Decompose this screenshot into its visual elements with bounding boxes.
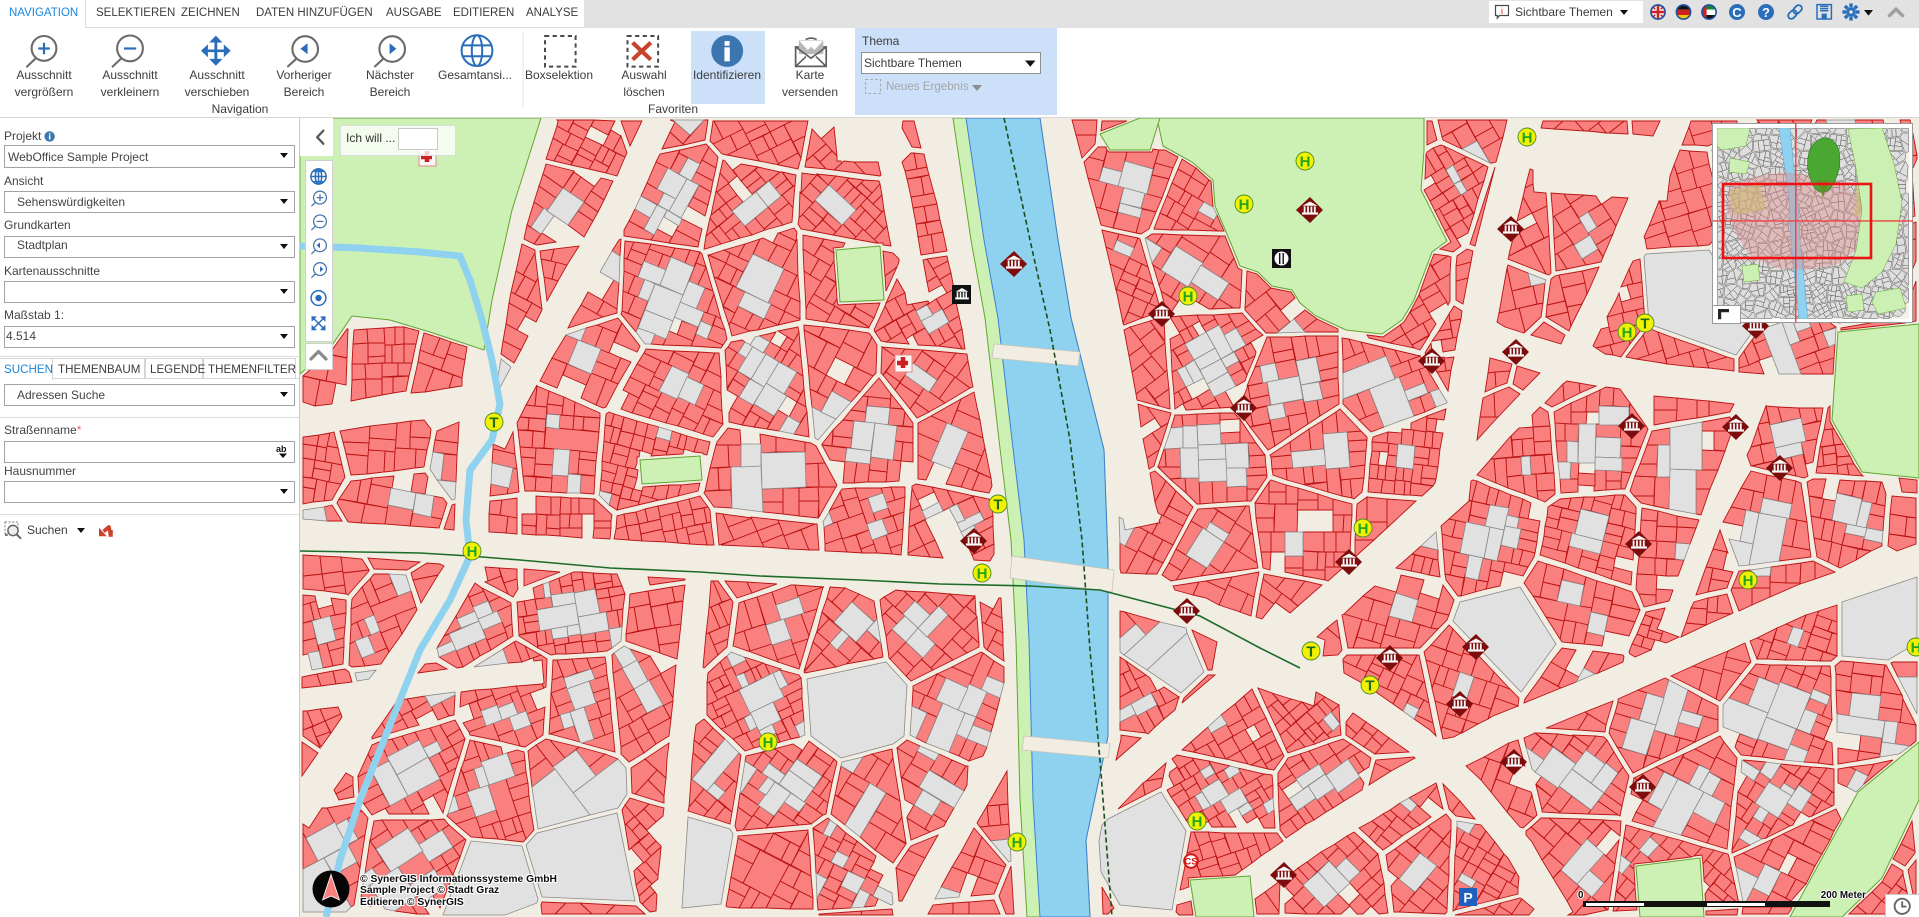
svg-text:ab: ab <box>276 444 287 454</box>
